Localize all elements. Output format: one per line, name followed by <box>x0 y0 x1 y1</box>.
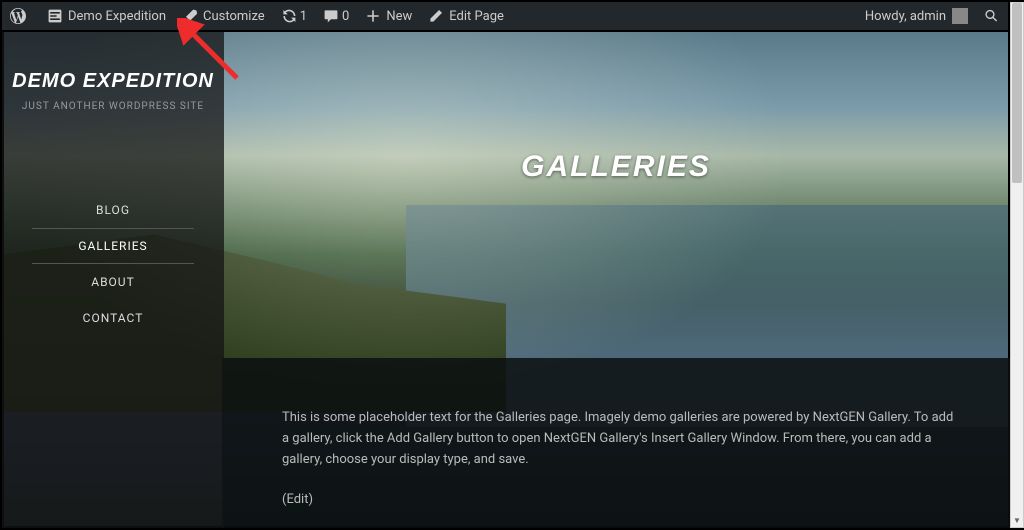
search-toggle[interactable] <box>976 2 1008 30</box>
new-content-menu[interactable]: New <box>357 2 420 30</box>
wp-logo-menu[interactable] <box>2 2 39 30</box>
page-title: GALLERIES <box>222 150 1010 184</box>
comments-link[interactable]: 0 <box>315 2 357 30</box>
updates-link[interactable]: 1 <box>273 2 315 30</box>
customize-link[interactable]: Customize <box>174 2 273 30</box>
wordpress-logo-icon <box>10 8 26 24</box>
comment-icon <box>323 8 339 24</box>
vertical-scrollbar[interactable]: ▼ <box>1010 2 1024 528</box>
page-header: GALLERIES <box>222 150 1010 184</box>
nav-contact[interactable]: CONTACT <box>32 300 194 336</box>
wp-admin-bar: Demo Expedition Customize 1 0 New <box>0 0 1010 32</box>
edit-page-link[interactable]: Edit Page <box>420 2 512 30</box>
site-sidebar: DEMO EXPEDITION JUST ANOTHER WORDPRESS S… <box>2 32 224 528</box>
plus-icon <box>365 8 381 24</box>
nav-galleries[interactable]: GALLERIES <box>32 228 194 264</box>
page-body-text: This is some placeholder text for the Ga… <box>282 408 954 470</box>
site-tagline: JUST ANOTHER WORDPRESS SITE <box>2 101 224 112</box>
nav-about[interactable]: ABOUT <box>32 264 194 300</box>
search-icon <box>984 8 1000 24</box>
greeting-text: Howdy, admin <box>865 9 946 24</box>
site-name-menu[interactable]: Demo Expedition <box>39 2 174 30</box>
scroll-thumb[interactable] <box>1012 3 1022 183</box>
site-title[interactable]: DEMO EXPEDITION <box>2 70 224 93</box>
brush-icon <box>182 8 198 24</box>
comments-count: 0 <box>342 9 349 24</box>
edit-page-label: Edit Page <box>449 9 504 24</box>
dashboard-icon <box>47 8 63 24</box>
account-menu[interactable]: Howdy, admin <box>857 2 976 30</box>
primary-nav: BLOG GALLERIES ABOUT CONTACT <box>2 192 224 336</box>
admin-bar-right: Howdy, admin <box>857 2 1008 30</box>
update-icon <box>281 8 297 24</box>
page-content: This is some placeholder text for the Ga… <box>282 408 954 528</box>
scroll-down-arrow[interactable]: ▼ <box>1011 513 1023 527</box>
customize-label: Customize <box>203 9 265 24</box>
site-name-label: Demo Expedition <box>68 9 166 24</box>
updates-count: 1 <box>300 9 307 24</box>
new-label: New <box>386 9 412 24</box>
avatar <box>952 8 968 24</box>
admin-bar-left: Demo Expedition Customize 1 0 New <box>2 2 512 30</box>
edit-link[interactable]: (Edit) <box>282 490 954 511</box>
pencil-icon <box>428 8 444 24</box>
nav-blog[interactable]: BLOG <box>32 192 194 228</box>
